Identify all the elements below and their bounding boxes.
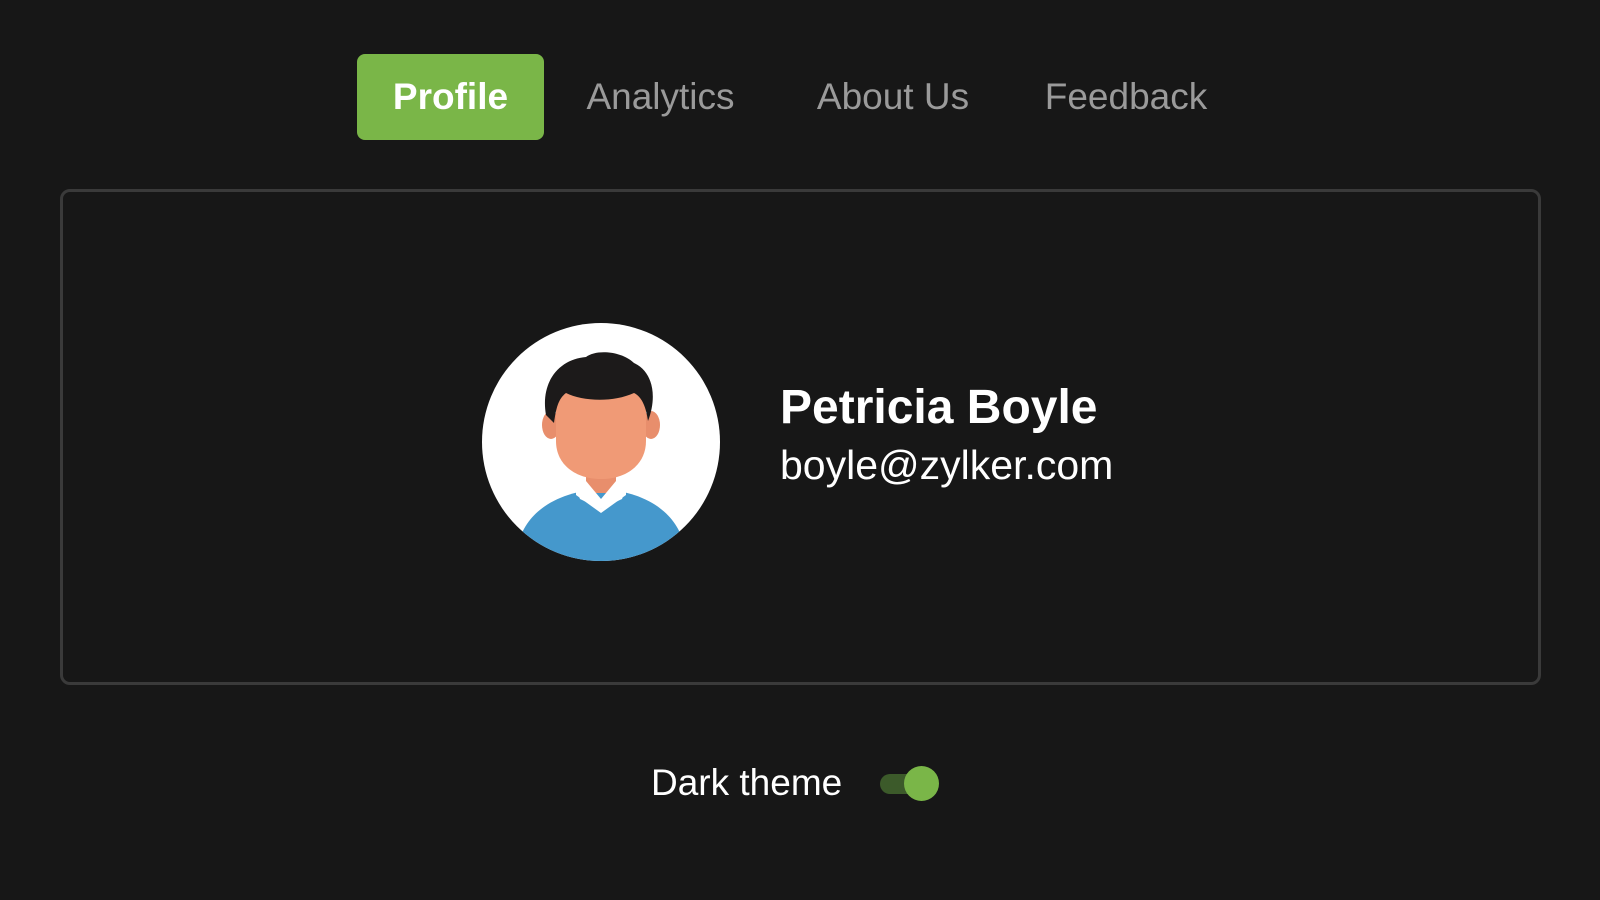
user-email: boyle@zylker.com: [780, 441, 1114, 488]
toggle-thumb: [904, 766, 940, 801]
user-name: Petricia Boyle: [780, 381, 1098, 434]
user-info: Petricia Boyle boyle@zylker.com: [780, 381, 1114, 490]
tab-analytics[interactable]: Analytics: [544, 54, 777, 140]
dark-theme-toggle[interactable]: [880, 766, 940, 801]
dark-theme-label: Dark theme: [651, 762, 843, 803]
tab-bar: Profile Analytics About Us Feedback: [357, 54, 1243, 140]
tab-profile[interactable]: Profile: [357, 54, 544, 140]
profile-card: Petricia Boyle boyle@zylker.com: [60, 189, 1541, 685]
tab-about-us[interactable]: About Us: [777, 54, 1009, 140]
dark-theme-setting: Dark theme: [651, 758, 940, 808]
tab-feedback[interactable]: Feedback: [1009, 54, 1243, 140]
person-avatar-icon: [482, 323, 720, 561]
page: Profile Analytics About Us Feedback Petr…: [0, 0, 1600, 900]
